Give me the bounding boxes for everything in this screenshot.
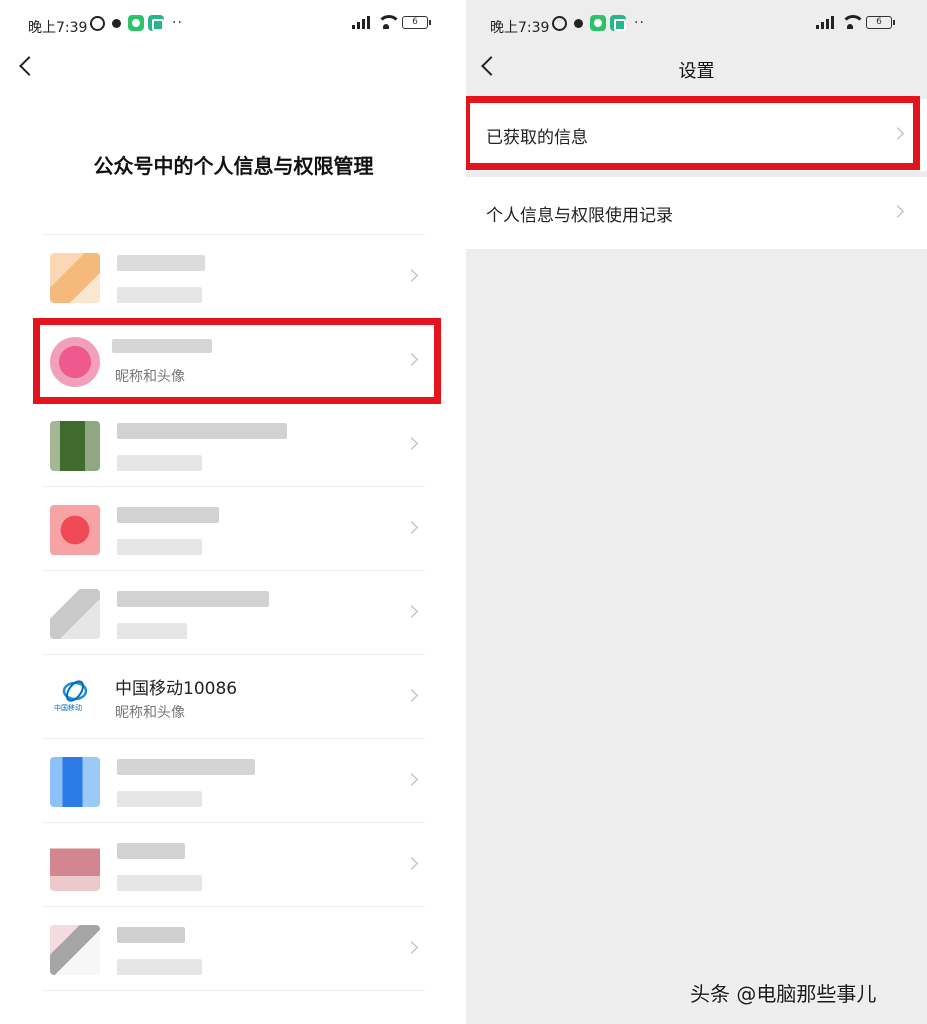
blurred-account-detail <box>117 539 202 555</box>
settings-row-label: 个人信息与权限使用记录 <box>486 206 673 226</box>
chevron-right-icon <box>407 438 419 450</box>
left-phone-screen: 晚上7:39 ·· 6 公众号中的个人信息与权限管理 昵称和头像 中国移动 中国… <box>0 0 447 1024</box>
chevron-right-icon <box>407 606 419 618</box>
blurred-account-detail <box>117 287 202 303</box>
account-permission-text: 昵称和头像 <box>115 705 185 721</box>
right-phone-screen: 晚上7:39 ·· 6 设置 已获取的信息 个人信息与权限使用记录 <box>466 0 927 1024</box>
more-notifications-icon: ·· <box>172 15 183 31</box>
wifi-icon <box>376 15 401 29</box>
nav-title: 设置 <box>678 61 715 82</box>
status-bar: 晚上7:39 ·· 6 <box>466 0 927 48</box>
blurred-account-name <box>117 423 287 439</box>
blurred-account-name <box>117 927 185 943</box>
chevron-right-icon <box>407 690 419 702</box>
blurred-account-name <box>117 591 269 607</box>
chevron-right-icon <box>407 858 419 870</box>
alarm-icon <box>552 15 567 31</box>
watermark: 头条 @电脑那些事儿 <box>690 982 877 1006</box>
blurred-account-name <box>117 843 185 859</box>
status-notification-icons: ·· <box>90 15 183 31</box>
wechat-icon <box>128 15 144 31</box>
account-avatar <box>50 841 100 891</box>
list-item[interactable]: 中国移动 中国移动10086 昵称和头像 <box>42 655 425 739</box>
list-item[interactable] <box>42 571 425 655</box>
china-mobile-logo-text: 中国移动 <box>54 704 82 712</box>
blurred-account-detail <box>117 959 202 975</box>
blurred-account-detail <box>117 455 202 471</box>
account-avatar <box>50 253 100 303</box>
list-item[interactable] <box>42 235 425 319</box>
signal-icon <box>352 15 370 29</box>
dot-icon <box>112 18 121 28</box>
account-avatar <box>50 757 100 807</box>
settings-row-usage-record[interactable]: 个人信息与权限使用记录 <box>466 177 927 249</box>
chevron-right-icon <box>893 206 905 218</box>
account-avatar <box>50 925 100 975</box>
red-highlight-box <box>33 318 441 404</box>
chevron-right-icon <box>407 942 419 954</box>
app-notification-icon <box>148 15 164 31</box>
account-avatar <box>50 505 100 555</box>
blurred-account-detail <box>117 875 202 891</box>
account-avatar: 中国移动 <box>50 673 100 723</box>
account-avatar <box>50 421 100 471</box>
chevron-right-icon <box>407 270 419 282</box>
dot-icon <box>574 18 583 28</box>
wechat-icon <box>590 15 606 31</box>
red-highlight-box <box>466 96 920 170</box>
app-notification-icon <box>610 15 626 31</box>
status-notification-icons: ·· <box>552 15 645 31</box>
list-item[interactable] <box>42 907 425 991</box>
chevron-right-icon <box>407 774 419 786</box>
back-button[interactable] <box>16 54 40 78</box>
status-time: 晚上7:39 <box>490 20 550 36</box>
battery-icon: 6 <box>866 15 895 29</box>
blurred-account-name <box>117 507 219 523</box>
wifi-icon <box>840 15 865 29</box>
more-notifications-icon: ·· <box>634 15 645 31</box>
status-time: 晚上7:39 <box>28 20 88 36</box>
blurred-account-detail <box>117 791 202 807</box>
list-item[interactable] <box>42 487 425 571</box>
status-system-icons: 6 <box>816 15 895 29</box>
alarm-icon <box>90 15 105 31</box>
page-title: 公众号中的个人信息与权限管理 <box>93 154 374 178</box>
signal-icon <box>816 15 834 29</box>
chevron-right-icon <box>407 522 419 534</box>
china-mobile-logo-icon <box>62 680 88 702</box>
list-item[interactable] <box>42 823 425 907</box>
blurred-account-name <box>117 759 255 775</box>
screenshot-composite: 晚上7:39 ·· 6 公众号中的个人信息与权限管理 昵称和头像 中国移动 中国… <box>0 0 927 1024</box>
account-avatar <box>50 589 100 639</box>
status-bar: 晚上7:39 ·· 6 <box>0 0 447 48</box>
blurred-account-detail <box>117 623 187 639</box>
list-item[interactable] <box>42 403 425 487</box>
status-system-icons: 6 <box>352 15 431 29</box>
blurred-account-name <box>117 255 205 271</box>
battery-icon: 6 <box>402 15 431 29</box>
list-item[interactable] <box>42 739 425 823</box>
account-name: 中国移动10086 <box>115 679 238 699</box>
